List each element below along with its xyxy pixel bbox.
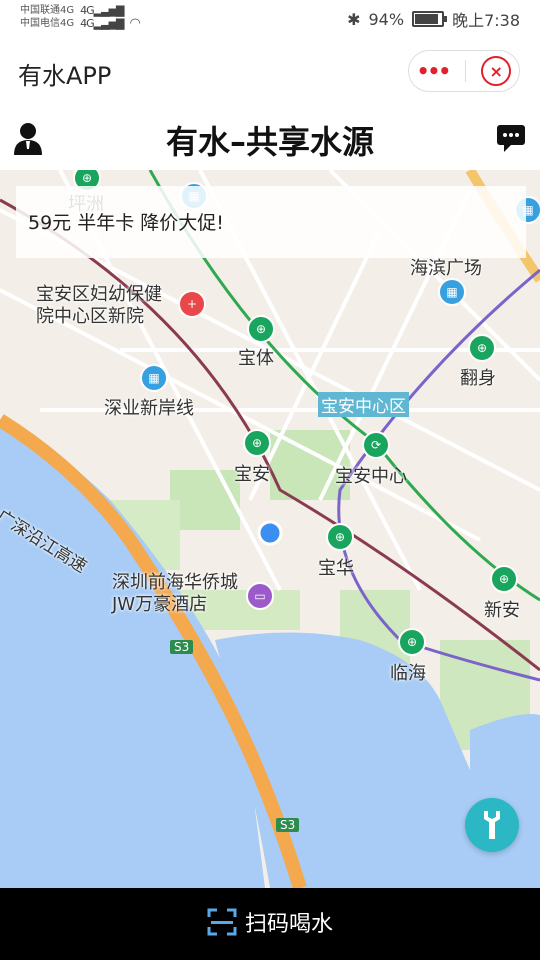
signal-icon: 4G▂▃▅▇ [80, 4, 124, 17]
map-label-baoan: 宝安 [234, 464, 270, 485]
scan-label: 扫码喝水 [244, 912, 333, 937]
wrench-icon [484, 811, 500, 839]
promo-banner[interactable]: 59元 半年卡 降价大促! [16, 186, 526, 258]
metro-icon[interactable]: ⊕ [326, 523, 354, 551]
page-header: 有水–共享水源 [0, 105, 540, 170]
map-label-baohua: 宝华 [318, 558, 354, 579]
road-sign-s3: S3 [276, 818, 300, 832]
carrier-info: 中国联通4G 4G▂▃▅▇ 中国电信4G 4G▂▃▅▇ ◠ [20, 4, 141, 30]
scan-icon [207, 908, 237, 936]
poi-icon[interactable]: ▦ [140, 364, 168, 392]
metro-icon[interactable]: ⊕ [243, 429, 271, 457]
close-button[interactable]: × [481, 56, 512, 86]
map-label-hotel: 深圳前海华侨城JW万豪酒店 [112, 572, 238, 615]
map-label-baoti: 宝体 [238, 348, 274, 369]
map-view[interactable]: ⊕ 坪洲 ▦ ▦ 海滨广场 ▦ 宝安区妇幼保健院中心区新院 + ⊕ 宝体 ⊕ 翻… [0, 170, 540, 888]
chat-icon [497, 125, 525, 152]
battery-percent: 94% [368, 9, 405, 29]
hospital-icon[interactable]: + [178, 290, 206, 318]
map-label-shenye: 深业新岸线 [104, 398, 194, 419]
signal-icon-2: 4G▂▃▅▇ [80, 17, 124, 30]
metro-icon[interactable]: ⊕ [468, 334, 496, 362]
clock: 晚上7:38 [452, 11, 520, 30]
map-label-bac: 宝安中心区 [318, 392, 409, 417]
map-label-baoan-center: 宝安中心 [335, 466, 407, 487]
carrier-2: 中国电信4G [20, 18, 75, 29]
map-label-xinan: 新安 [484, 600, 520, 621]
capsule-divider [464, 60, 466, 82]
battery-icon [412, 11, 448, 27]
message-button[interactable] [496, 123, 526, 157]
close-icon: × [489, 61, 503, 81]
tool-button[interactable] [465, 798, 519, 852]
scan-button[interactable]: 扫码喝水 [0, 906, 540, 938]
metro-icon[interactable]: ⊕ [490, 565, 518, 593]
status-right: ✱ 94% 晚上7:38 [347, 7, 520, 31]
miniapp-capsule: ••• × [408, 50, 520, 92]
hotel-icon[interactable]: ▭ [246, 582, 274, 610]
map-label-hospital: 宝安区妇幼保健院中心区新院 [36, 284, 162, 327]
status-bar: 中国联通4G 4G▂▃▅▇ 中国电信4G 4G▂▃▅▇ ◠ ✱ 94% 晚上7:38 [0, 0, 540, 38]
app-title: 有水APP [18, 62, 112, 90]
bottom-bar: 扫码喝水 [0, 888, 540, 960]
app-bar: 有水APP ••• × [0, 38, 540, 106]
road-sign-s3: S3 [170, 640, 194, 654]
metro-icon[interactable]: ⊕ [247, 315, 275, 343]
metro-icon[interactable]: ⊕ [398, 628, 426, 656]
page-title: 有水–共享水源 [165, 123, 374, 161]
wifi-icon: ◠ [129, 16, 141, 31]
more-button[interactable]: ••• [417, 59, 451, 83]
metro-icon[interactable]: ⟳ [362, 431, 390, 459]
poi-icon[interactable]: ▦ [438, 278, 466, 306]
map-label-linhai: 临海 [390, 663, 426, 684]
map-label-fanshen: 翻身 [460, 368, 496, 389]
bluetooth-icon: ✱ [347, 9, 361, 29]
carrier-1: 中国联通4G [20, 5, 75, 16]
promo-text: 59元 半年卡 降价大促! [28, 212, 224, 234]
